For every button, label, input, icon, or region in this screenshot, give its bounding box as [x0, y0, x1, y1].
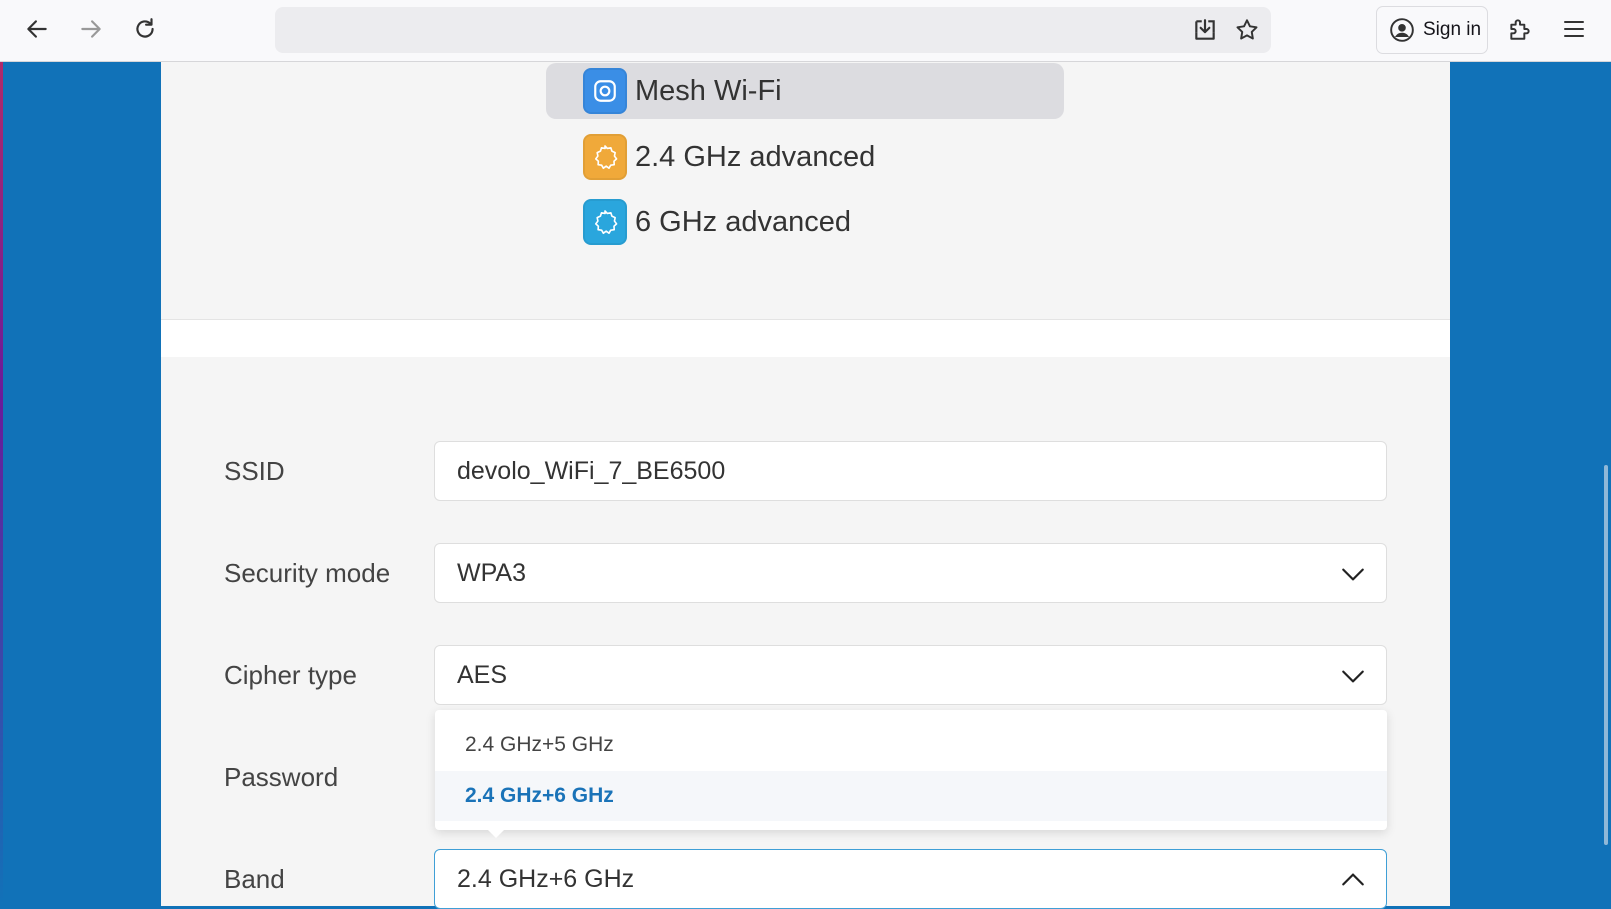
band-label: Band: [224, 864, 285, 894]
menu-item-label: 2.4 GHz advanced: [635, 140, 876, 173]
security-mode-value: WPA3: [457, 558, 526, 587]
security-mode-label: Security mode: [224, 558, 391, 588]
password-label: Password: [224, 762, 339, 792]
menu-item-2-4ghz-advanced[interactable]: 2.4 GHz advanced: [546, 129, 1064, 185]
cipher-type-select[interactable]: AES: [434, 645, 1387, 705]
download-button[interactable]: [1188, 13, 1222, 47]
chevron-down-icon: [1342, 670, 1364, 683]
dropdown-pointer: [488, 830, 504, 838]
cipher-type-value: AES: [457, 660, 508, 689]
browser-toolbar: Sign in: [0, 0, 1611, 62]
band-dropdown-menu: 2.4 GHz+5 GHz 2.4 GHz+6 GHz: [435, 710, 1387, 830]
section-divider: [161, 319, 1450, 357]
sign-in-button[interactable]: Sign in: [1376, 6, 1488, 54]
account-icon: [1390, 18, 1414, 42]
forward-button[interactable]: [72, 10, 110, 48]
band-value: 2.4 GHz+6 GHz: [457, 864, 635, 893]
chevron-up-icon: [1342, 873, 1364, 886]
security-mode-select[interactable]: WPA3: [434, 543, 1387, 603]
cipher-type-label: Cipher type: [224, 660, 357, 690]
mesh-wifi-icon: [583, 68, 627, 114]
menu-item-label: Mesh Wi-Fi: [635, 74, 782, 107]
reload-icon: [136, 18, 154, 38]
menu-item-mesh-wifi[interactable]: Mesh Wi-Fi: [546, 63, 1064, 119]
band-select[interactable]: 2.4 GHz+6 GHz: [434, 849, 1387, 909]
back-arrow-icon: [27, 20, 47, 38]
puzzle-piece-icon: [1510, 19, 1530, 40]
sign-in-label: Sign in: [1423, 19, 1482, 40]
menu-item-6ghz-advanced[interactable]: 6 GHz advanced: [546, 194, 1064, 250]
chevron-down-icon: [1342, 568, 1364, 581]
band-option-selected[interactable]: 2.4 GHz+6 GHz: [435, 771, 1387, 821]
hamburger-menu-icon: [1564, 21, 1584, 37]
settings-gear-2-4ghz-icon: [583, 134, 627, 180]
page-scrollbar[interactable]: [1604, 465, 1608, 845]
reload-button[interactable]: [126, 10, 164, 48]
star-icon: [1236, 19, 1258, 40]
window-edge-strip: [0, 62, 3, 906]
settings-gear-6ghz-icon: [583, 199, 627, 245]
back-button[interactable]: [18, 10, 56, 48]
address-bar[interactable]: [275, 7, 1271, 53]
app-menu-button[interactable]: [1555, 10, 1593, 48]
ssid-input[interactable]: devolo_WiFi_7_BE6500: [434, 441, 1387, 501]
band-option[interactable]: 2.4 GHz+5 GHz: [435, 720, 1387, 770]
ssid-label: SSID: [224, 456, 285, 486]
extensions-button[interactable]: [1501, 10, 1539, 48]
menu-item-label: 6 GHz advanced: [635, 205, 852, 238]
forward-arrow-icon: [81, 20, 101, 38]
download-icon: [1195, 19, 1215, 40]
ssid-value: devolo_WiFi_7_BE6500: [457, 456, 726, 485]
bookmark-button[interactable]: [1230, 13, 1264, 47]
